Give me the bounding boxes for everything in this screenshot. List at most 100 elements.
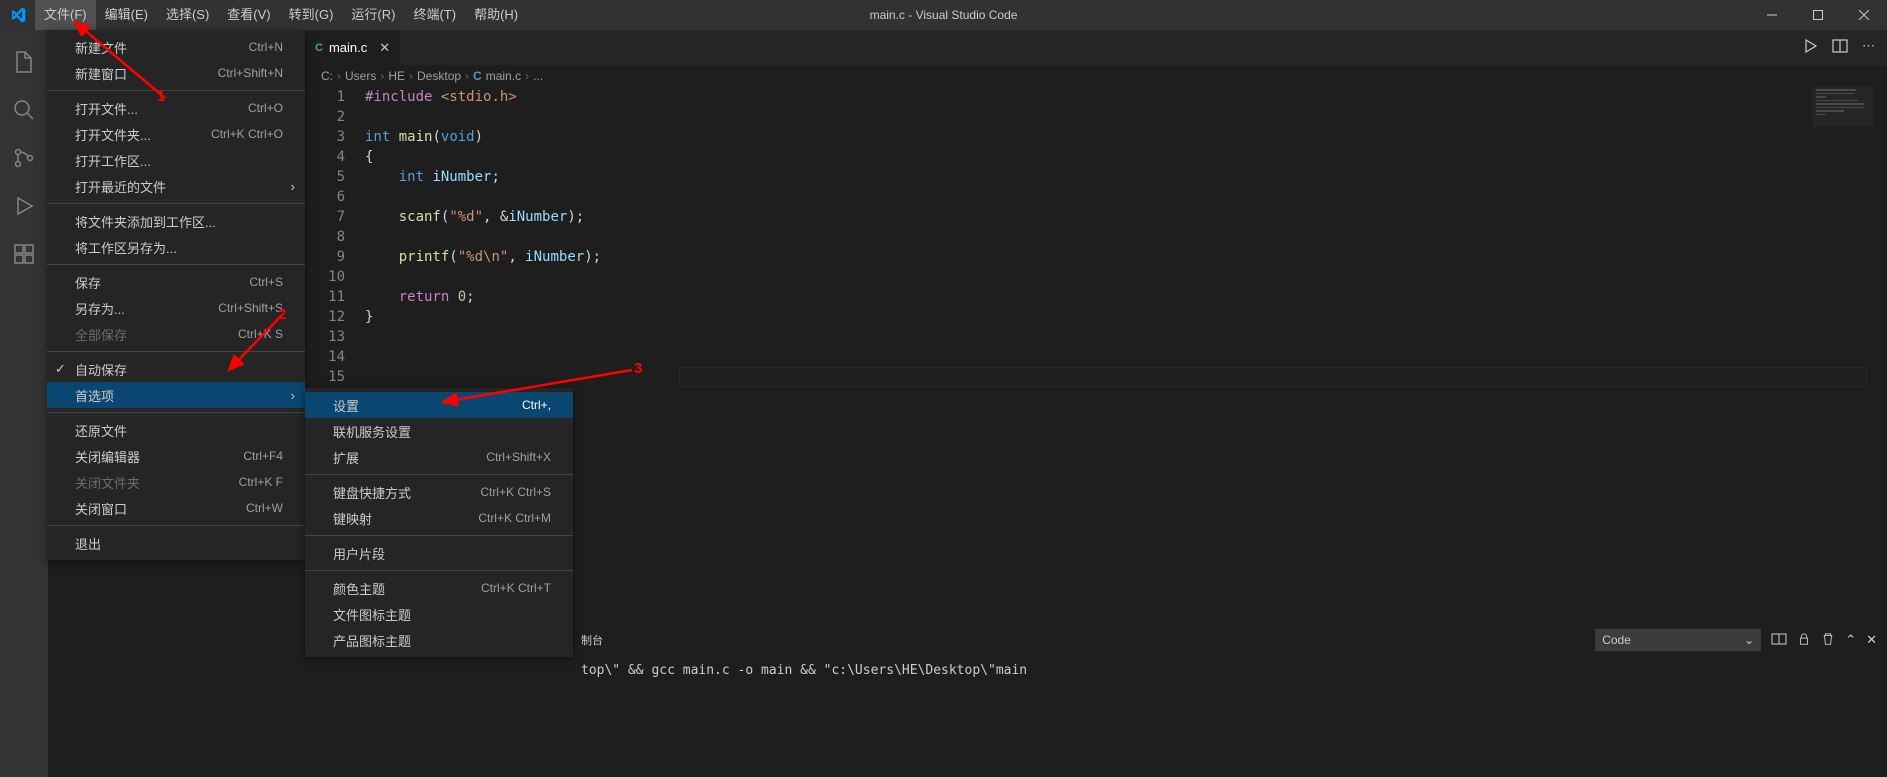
code-line[interactable]: 8 — [305, 227, 1887, 247]
menu-entry[interactable]: 退出 — [47, 530, 305, 556]
code-content: } — [365, 307, 373, 327]
menu-entry[interactable]: 关闭文件夹Ctrl+K F — [47, 469, 305, 495]
source-control-icon[interactable] — [0, 134, 48, 182]
menu-entry[interactable]: 保存 Ctrl+S — [47, 269, 305, 295]
menu-entry-label: 颜色主题 — [333, 579, 385, 598]
code-line[interactable]: 5 int iNumber; — [305, 167, 1887, 187]
menu-entry[interactable]: 联机服务设置 — [305, 418, 573, 444]
code-line[interactable]: 2 — [305, 107, 1887, 127]
menu-entry[interactable]: 键盘快捷方式Ctrl+K Ctrl+S — [305, 479, 573, 505]
tab-main-c[interactable]: C main.c ✕ — [305, 30, 400, 65]
menu-entry[interactable]: 关闭编辑器Ctrl+F4 — [47, 443, 305, 469]
menu-entry[interactable]: 全部保存Ctrl+K S — [47, 321, 305, 347]
c-file-icon: C — [473, 69, 482, 83]
menu-entry[interactable]: 关闭窗口Ctrl+W — [47, 495, 305, 521]
menu-entry[interactable]: 颜色主题Ctrl+K Ctrl+T — [305, 575, 573, 601]
breadcrumb-segment[interactable]: C: — [321, 69, 333, 83]
extensions-icon[interactable] — [0, 230, 48, 278]
line-number: 12 — [305, 307, 365, 327]
breadcrumb[interactable]: C:›Users›HE›Desktop›C main.c›... — [305, 65, 1887, 87]
menu-item[interactable]: 转到(G) — [280, 0, 343, 30]
menu-entry[interactable]: 新建文件Ctrl+N — [47, 34, 305, 60]
breadcrumb-segment[interactable]: Desktop — [417, 69, 461, 83]
code-line[interactable]: 12} — [305, 307, 1887, 327]
code-line[interactable]: 10 — [305, 267, 1887, 287]
line-number: 9 — [305, 247, 365, 267]
menu-item[interactable]: 文件(F) — [35, 0, 96, 30]
lock-icon[interactable] — [1797, 632, 1811, 649]
line-number: 8 — [305, 227, 365, 247]
menu-entry[interactable]: 新建窗口Ctrl+Shift+N — [47, 60, 305, 86]
close-panel-icon[interactable]: ✕ — [1866, 632, 1877, 648]
split-editor-icon[interactable] — [1832, 38, 1848, 57]
code-line[interactable]: 14 — [305, 347, 1887, 367]
menu-entry[interactable]: 打开文件...Ctrl+O — [47, 95, 305, 121]
more-actions-icon[interactable]: ⋯ — [1862, 38, 1875, 57]
code-line[interactable]: 11 return 0; — [305, 287, 1887, 307]
menu-entry[interactable]: 扩展 Ctrl+Shift+X — [305, 444, 573, 470]
breadcrumb-segment[interactable]: Users — [345, 69, 376, 83]
menu-entry[interactable]: 首选项› — [47, 382, 305, 408]
code-line[interactable]: 13 — [305, 327, 1887, 347]
menu-entry[interactable]: 将工作区另存为... — [47, 234, 305, 260]
run-debug-icon[interactable] — [0, 182, 48, 230]
menu-entry-label: 文件图标主题 — [333, 605, 411, 624]
trash-icon[interactable] — [1821, 632, 1835, 649]
menu-item[interactable]: 运行(R) — [342, 0, 404, 30]
menu-entry[interactable]: 键映射Ctrl+K Ctrl+M — [305, 505, 573, 531]
code-content: int main(void) — [365, 127, 483, 147]
split-terminal-icon[interactable] — [1771, 631, 1787, 650]
menu-item[interactable]: 终端(T) — [404, 0, 465, 30]
menu-entry[interactable]: 将文件夹添加到工作区... — [47, 208, 305, 234]
menu-entry[interactable]: 打开最近的文件› — [47, 173, 305, 199]
breadcrumb-segment[interactable]: main.c — [486, 69, 521, 83]
menu-entry[interactable]: 产品图标主题 — [305, 627, 573, 653]
minimap[interactable] — [1813, 87, 1873, 127]
chevron-up-icon[interactable]: ⌃ — [1845, 632, 1856, 648]
menu-entry[interactable]: 自动保存✓ — [47, 356, 305, 382]
menu-entry[interactable]: 打开工作区... — [47, 147, 305, 173]
code-line[interactable]: 7 scanf("%d", &iNumber); — [305, 207, 1887, 227]
breadcrumb-segment[interactable]: HE — [388, 69, 405, 83]
menu-entry-label: 首选项 — [75, 386, 114, 405]
terminal-selector[interactable]: Code ⌄ — [1595, 629, 1761, 651]
menu-entry-label: 将工作区另存为... — [75, 238, 177, 257]
panel-tab-fragment[interactable]: 制台 — [581, 632, 603, 648]
code-editor[interactable]: 1#include <stdio.h>23int main(void)4{5 i… — [305, 87, 1887, 387]
close-button[interactable] — [1841, 0, 1887, 30]
menu-entry[interactable]: 用户片段 — [305, 540, 573, 566]
activity-bar — [0, 30, 48, 777]
breadcrumb-segment[interactable]: ... — [533, 69, 543, 83]
menu-item[interactable]: 选择(S) — [157, 0, 218, 30]
menu-item[interactable]: 查看(V) — [218, 0, 279, 30]
c-file-icon: C — [315, 42, 323, 54]
window-title: main.c - Visual Studio Code — [870, 8, 1018, 22]
terminal-output[interactable]: top\" && gcc main.c -o main && "c:\Users… — [573, 657, 1887, 678]
menu-entry[interactable]: 文件图标主题 — [305, 601, 573, 627]
menu-entry-label: 扩展 — [333, 448, 359, 467]
menu-entry-label: 保存 — [75, 273, 101, 292]
line-number: 15 — [305, 367, 365, 387]
code-line[interactable]: 6 — [305, 187, 1887, 207]
menu-entry[interactable]: 打开文件夹...Ctrl+K Ctrl+O — [47, 121, 305, 147]
run-icon[interactable] — [1802, 38, 1818, 57]
menu-shortcut: Ctrl+S — [249, 275, 283, 289]
file-menu-dropdown: 新建文件Ctrl+N新建窗口Ctrl+Shift+N打开文件...Ctrl+O打… — [47, 30, 305, 560]
code-line[interactable]: 9 printf("%d\n", iNumber); — [305, 247, 1887, 267]
explorer-icon[interactable] — [0, 38, 48, 86]
menu-item[interactable]: 编辑(E) — [96, 0, 157, 30]
menu-entry[interactable]: 另存为...Ctrl+Shift+S — [47, 295, 305, 321]
code-line[interactable]: 3int main(void) — [305, 127, 1887, 147]
menu-entry[interactable]: 还原文件 — [47, 417, 305, 443]
close-tab-icon[interactable]: ✕ — [379, 40, 390, 56]
menu-entry-label: 新建窗口 — [75, 64, 127, 83]
maximize-button[interactable] — [1795, 0, 1841, 30]
code-line[interactable]: 4{ — [305, 147, 1887, 167]
menu-shortcut: Ctrl+Shift+X — [486, 450, 551, 464]
menu-entry[interactable]: 设置Ctrl+, — [305, 392, 573, 418]
menu-shortcut: Ctrl+Shift+S — [218, 301, 283, 315]
minimize-button[interactable] — [1749, 0, 1795, 30]
code-line[interactable]: 1#include <stdio.h> — [305, 87, 1887, 107]
menu-item[interactable]: 帮助(H) — [465, 0, 527, 30]
search-icon[interactable] — [0, 86, 48, 134]
